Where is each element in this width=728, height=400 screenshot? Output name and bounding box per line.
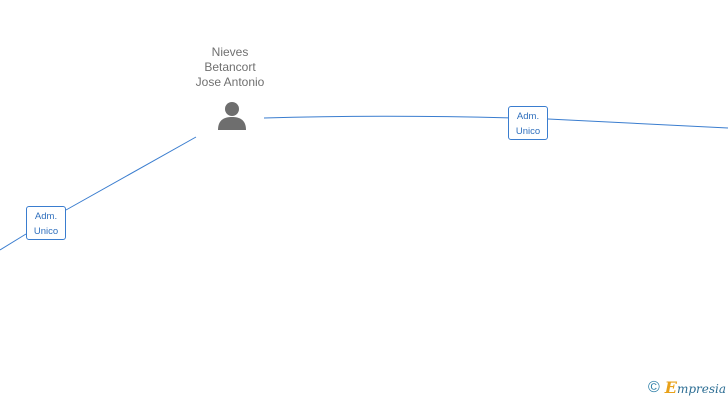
copyright-icon: © [647, 378, 660, 396]
edge-label-left[interactable]: Adm. Unico [26, 206, 66, 240]
person-silhouette-icon[interactable] [216, 100, 248, 132]
person-name-line-1: Nieves [211, 45, 249, 59]
edge-label-right-line-2: Unico [515, 126, 541, 137]
brand-rest: mpresia [676, 382, 726, 396]
person-name[interactable]: Nieves Betancort Jose Antonio [170, 45, 290, 90]
edge-line-right [263, 115, 728, 129]
edge-label-right-line-1: Adm. [516, 111, 540, 122]
edge-lines [0, 115, 728, 251]
edge-label-right[interactable]: Adm. Unico [508, 106, 548, 140]
person-name-line-3: Jose Antonio [195, 75, 265, 89]
edge-label-left-line-1: Adm. [34, 211, 58, 222]
network-diagram: Nieves Betancort Jose Antonio Adm. Unico… [0, 0, 728, 400]
brand-name: Empresia [665, 378, 726, 397]
edge-label-left-line-2: Unico [33, 226, 59, 237]
person-name-line-2: Betancort [204, 60, 256, 74]
brand-initial: E [664, 378, 677, 397]
brand-logo: © Empresia [648, 378, 726, 397]
